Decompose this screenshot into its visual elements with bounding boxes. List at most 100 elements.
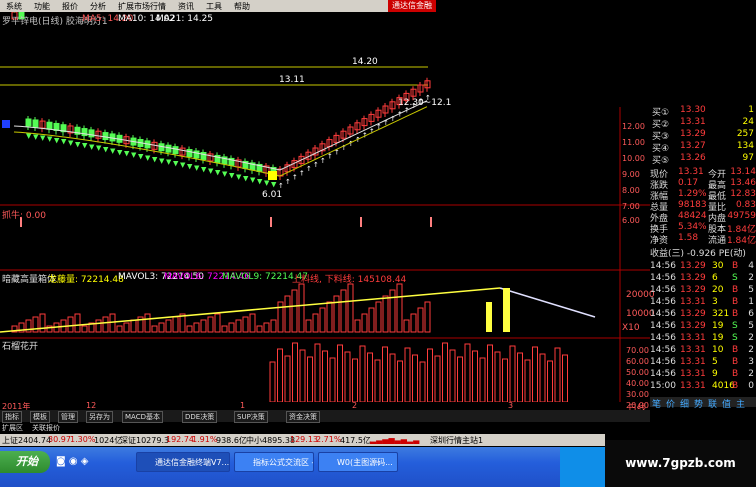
quote-tab-3[interactable]: 势 xyxy=(694,397,703,410)
task-forum[interactable]: 指标公式交流区 -... xyxy=(234,452,314,472)
quicklaunch-icons[interactable]: ◙ ◉ ◈ xyxy=(56,456,88,467)
vol-bar xyxy=(424,301,431,333)
menu-item-3[interactable]: 分析 xyxy=(84,1,112,12)
candle-arrow: ▼ xyxy=(180,161,186,169)
brand-label: 通达信金融 xyxy=(388,0,436,12)
ind3-bar xyxy=(284,355,291,402)
indicator3-bars xyxy=(269,342,568,402)
tick-dir: B xyxy=(732,297,739,307)
candle-arrow: ↑ xyxy=(292,174,298,182)
sz-index: 深证10279.3 xyxy=(120,436,170,445)
ind3-bar xyxy=(449,349,456,402)
vol-bar xyxy=(67,316,74,333)
vol-bar xyxy=(270,319,277,333)
stat-value2: 1.84亿 xyxy=(726,236,756,246)
quote-tab-5[interactable]: 值 xyxy=(722,397,731,410)
candle-arrow: ▼ xyxy=(47,135,53,143)
tick-dir: S xyxy=(732,321,738,331)
ind3-bar xyxy=(479,357,486,402)
tick-price: 13.29 xyxy=(680,309,706,319)
vol-bar xyxy=(403,319,410,333)
tick-price: 13.31 xyxy=(680,333,706,343)
candle-arrow: ▼ xyxy=(250,176,256,184)
tick-price: 13.31 xyxy=(680,357,706,367)
ind3-bar xyxy=(299,349,306,402)
stat-row: 净资 1.58 流通 1.84亿 xyxy=(650,233,756,246)
ext-tab-0[interactable]: 扩展区 xyxy=(2,423,23,433)
ind3-bar xyxy=(359,345,366,402)
vol-bar xyxy=(361,313,368,333)
ind3-bar xyxy=(427,348,433,402)
tick-dir: S xyxy=(732,333,738,343)
vol-bar xyxy=(298,283,305,333)
bid-vol: 1 xyxy=(748,105,754,115)
stat-value: 5.34% xyxy=(678,222,707,232)
ind2-yellow-bar xyxy=(486,302,492,332)
bid-vol: 97 xyxy=(742,153,754,163)
vol-bar xyxy=(123,322,130,333)
candle-arrow: ▼ xyxy=(187,163,193,171)
ind3-bar xyxy=(277,348,283,402)
tick-count: 3 xyxy=(748,357,754,367)
chart-area[interactable]: ▼▼▼▼▼▼▼▼▼▼▼▼▼▼▼▼▼▼▼▼▼▼▼▼▼▼▼▼▼▼▼▼▼▼▼▼▼▼↑↑… xyxy=(0,12,650,402)
menu-item-2[interactable]: 报价 xyxy=(56,1,84,12)
vol-bar xyxy=(81,325,88,333)
candle-arrow: ▼ xyxy=(89,143,95,151)
vol-bar xyxy=(144,313,151,333)
quote-tab-1[interactable]: 价 xyxy=(666,397,675,410)
ind3-bar xyxy=(464,343,471,402)
low-marker xyxy=(268,171,277,180)
stat-row: 现价 13.31 今开 13.14 xyxy=(650,167,756,180)
ind3-tick: 60.00 xyxy=(626,357,649,366)
menu-item-5[interactable]: 资讯 xyxy=(172,1,200,12)
mid-line-label: 13.11 xyxy=(279,75,305,85)
candle-arrow: ▼ xyxy=(145,154,151,162)
menu-item-1[interactable]: 功能 xyxy=(28,1,56,12)
candles-group: ▼▼▼▼▼▼▼▼▼▼▼▼▼▼▼▼▼▼▼▼▼▼▼▼▼▼▼▼▼▼▼▼▼▼▼▼▼▼↑↑… xyxy=(11,12,431,190)
vol-bar xyxy=(396,283,403,333)
quote-tab-6[interactable]: 主 xyxy=(736,397,745,410)
stat-value2: 0.83 xyxy=(735,200,756,210)
vol-bar xyxy=(165,319,172,333)
ind3-bar xyxy=(389,353,396,402)
vol-bar xyxy=(354,319,361,333)
indicator1-label: 抓牛: 0.00 xyxy=(2,211,46,221)
quote-tab-0[interactable]: 笔 xyxy=(652,397,661,410)
tick-count: 6 xyxy=(748,309,754,319)
status-bars-icon: ▂▃▄▅▃▄▂▃ xyxy=(370,435,420,444)
task-tdx[interactable]: 通达信金融终端V7... xyxy=(136,452,230,472)
vol-bar xyxy=(130,319,137,333)
ind3-bar xyxy=(472,350,478,402)
vol-bar xyxy=(221,325,228,333)
vol-bar xyxy=(375,301,382,333)
bid-row: 买① 13.30 1 xyxy=(650,105,756,118)
ind3-bar xyxy=(374,359,381,402)
ext-tab-1[interactable]: 关联报价 xyxy=(32,423,60,433)
task-source[interactable]: W0(主图源码... xyxy=(318,452,398,472)
quote-tab-4[interactable]: 联 xyxy=(708,397,717,410)
vol-bar xyxy=(214,313,221,333)
candle-arrow: ↑ xyxy=(278,182,284,190)
ind1-bar xyxy=(270,217,272,227)
menu-item-4[interactable]: 扩展市场行情 xyxy=(112,1,172,12)
bid-row: 买③ 13.29 257 xyxy=(650,129,756,142)
vol-bar xyxy=(333,295,340,333)
menu-item-7[interactable]: 帮助 xyxy=(228,1,256,12)
pe-row: 收益(三) -0.926 PE(动) xyxy=(650,249,746,259)
candle-arrow: ▼ xyxy=(117,148,123,156)
ind3-bar xyxy=(404,347,411,402)
tick-vol: 3 xyxy=(712,297,718,307)
ind3-bar xyxy=(382,346,388,402)
indicator2-v5: 上料线, 下料线: 145108.44 xyxy=(292,275,407,285)
tick-row: 14:56 13.31 10 B 2 xyxy=(650,345,756,355)
menu-item-6[interactable]: 工具 xyxy=(200,1,228,12)
vol-bar xyxy=(263,322,270,333)
stat-value: 1.29% xyxy=(678,189,707,199)
quote-tab-2[interactable]: 细 xyxy=(680,397,689,410)
menu-item-0[interactable]: 系统 xyxy=(0,1,28,12)
ind3-bar xyxy=(397,360,403,402)
vol-bar xyxy=(207,316,214,333)
start-button[interactable]: 开始 xyxy=(0,451,50,473)
candle-arrow: ▼ xyxy=(208,167,214,175)
stat-label: 净资 xyxy=(650,236,669,246)
